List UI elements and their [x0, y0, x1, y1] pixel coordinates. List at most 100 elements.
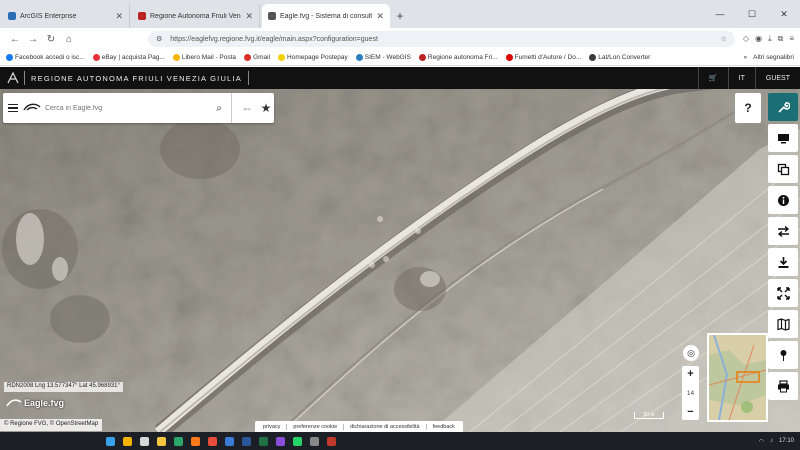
search-icon[interactable]: ⌕: [211, 103, 227, 114]
search-input[interactable]: [45, 98, 211, 118]
address-bar[interactable]: ⚙ https://eaglefvg.regione.fvg.it/eagle/…: [148, 31, 735, 47]
bookmark-postepay[interactable]: Homepage Postepay: [278, 54, 348, 61]
close-tab-icon[interactable]: ✕: [115, 11, 123, 22]
close-window-icon[interactable]: ✕: [768, 9, 800, 20]
coordinate-readout: RDN2008 Lng 13.577347° Lat 45.968931°: [4, 382, 123, 392]
cookie-preferences-link[interactable]: preferenze cookie: [287, 423, 345, 430]
bookmark-facebook[interactable]: Facebook accedi o isc...: [6, 54, 85, 61]
taskbar-apps: [106, 436, 336, 446]
bookmark-fumetti[interactable]: Fumetti d'Autore / Do...: [505, 54, 581, 61]
ebay-icon: [92, 54, 100, 61]
volume-icon[interactable]: ♪: [770, 438, 773, 444]
search-app-icon[interactable]: [123, 436, 132, 446]
printer-icon: [777, 379, 789, 392]
map-catalog-button[interactable]: [768, 310, 798, 338]
reload-icon[interactable]: ↻: [42, 34, 60, 45]
settings-icon[interactable]: [310, 436, 319, 446]
bookmark-siem[interactable]: SIEM - WebGIS: [355, 54, 411, 61]
bookmark-star-icon[interactable]: ☆: [721, 35, 727, 43]
eagle-wing-icon: [6, 399, 22, 407]
basemap-button[interactable]: [768, 124, 798, 152]
user-login[interactable]: GUEST: [754, 67, 800, 89]
browser-tab-strip: ArcGIS Enterprise ✕ Regione Autonoma Fri…: [0, 0, 800, 28]
other-bookmarks: Altri segnalibri: [753, 54, 794, 61]
bookmark-libero[interactable]: Libero Mail - Posta: [172, 54, 236, 61]
layers-icon: [777, 163, 789, 175]
pin-icon: [780, 349, 786, 361]
minimize-icon[interactable]: —: [704, 9, 736, 19]
account-icon[interactable]: ◉: [755, 34, 762, 44]
home-icon[interactable]: ⌂: [60, 34, 78, 45]
marker-button[interactable]: [768, 341, 798, 369]
download-button[interactable]: [768, 248, 798, 276]
print-button[interactable]: [768, 372, 798, 400]
new-tab-button[interactable]: +: [390, 4, 410, 28]
bookmark-latlon[interactable]: Lat/Lon Converter: [589, 54, 650, 61]
extensions-icon[interactable]: ⧉: [778, 34, 784, 44]
swap-arrows-icon[interactable]: ⇔: [236, 101, 258, 115]
chevron-more-icon: »: [743, 54, 748, 61]
info-button[interactable]: [768, 186, 798, 214]
downloads-icon[interactable]: ⤓: [768, 34, 772, 44]
start-icon[interactable]: [106, 436, 115, 446]
menu-icon[interactable]: ≡: [789, 34, 794, 44]
mail-icon[interactable]: [225, 436, 234, 446]
region-brand: REGIONE AUTONOMA FRIULI VENEZIA GIULIA: [24, 71, 249, 85]
photos-icon[interactable]: [276, 436, 285, 446]
gmail-icon: [244, 54, 252, 61]
tools-wrench-button[interactable]: [768, 93, 798, 121]
store-icon[interactable]: [327, 436, 336, 446]
geolocate-icon[interactable]: ◎: [683, 345, 699, 361]
pocket-icon[interactable]: ◇: [743, 34, 749, 44]
hamburger-menu-icon[interactable]: [3, 103, 23, 113]
bookmarks-more[interactable]: » Altri segnalibri: [744, 54, 794, 61]
swap-icon: [777, 225, 789, 237]
cart-icon[interactable]: 🛒: [697, 67, 728, 89]
globe-icon: [589, 54, 597, 61]
clock[interactable]: 17:10: [779, 438, 794, 444]
task-view-icon[interactable]: [140, 436, 149, 446]
zoom-in-button[interactable]: +: [687, 368, 693, 380]
close-tab-icon[interactable]: ✕: [376, 11, 384, 22]
favorites-star-icon[interactable]: ★: [258, 101, 274, 115]
edge-icon[interactable]: [174, 436, 183, 446]
privacy-link[interactable]: privacy: [257, 423, 288, 430]
wifi-icon[interactable]: ◠: [759, 438, 764, 445]
site-info-icon[interactable]: ⚙: [156, 35, 162, 43]
language-selector[interactable]: IT: [727, 67, 755, 89]
libero-icon: [172, 54, 180, 61]
close-tab-icon[interactable]: ✕: [245, 11, 253, 22]
fullscreen-button[interactable]: [768, 279, 798, 307]
word-icon[interactable]: [242, 436, 251, 446]
zoom-control: + 14 −: [682, 366, 699, 420]
excel-icon[interactable]: [259, 436, 268, 446]
compare-button[interactable]: [768, 217, 798, 245]
postepay-icon: [278, 54, 286, 61]
explorer-icon[interactable]: [157, 436, 166, 446]
firefox-icon[interactable]: [191, 436, 200, 446]
whatsapp-icon[interactable]: [293, 436, 302, 446]
bookmark-gmail[interactable]: Gmail: [244, 54, 270, 61]
browser-tab-regione[interactable]: Regione Autonoma Friuli Venezia ✕: [132, 4, 260, 28]
chrome-icon[interactable]: [208, 436, 217, 446]
maximize-icon[interactable]: ☐: [736, 9, 768, 20]
eaglefvg-logo: Eagle.fvg: [6, 398, 64, 408]
accessibility-link[interactable]: dichiarazione di accessibilità: [344, 423, 427, 430]
browser-tab-arcgis[interactable]: ArcGIS Enterprise ✕: [2, 4, 130, 28]
layers-button[interactable]: [768, 155, 798, 183]
bookmark-ebay[interactable]: eBay | acquista Pag...: [92, 54, 165, 61]
header-actions: 🛒 IT GUEST: [697, 67, 800, 89]
zoom-out-button[interactable]: −: [687, 406, 693, 418]
help-button[interactable]: ?: [735, 93, 761, 123]
hillshade-map[interactable]: [0, 89, 800, 432]
map-viewer[interactable]: ⌕ ⇔ ★ ?: [0, 89, 800, 432]
map-icon: [776, 317, 790, 331]
browser-tab-eagle[interactable]: Eagle.fvg - Sistema di consultaz ✕: [262, 4, 390, 28]
regione-icon: [418, 54, 426, 61]
forward-icon[interactable]: →: [24, 34, 42, 45]
bookmark-regione[interactable]: Regione autonoma Fri...: [418, 54, 498, 61]
feedback-link[interactable]: feedback: [427, 424, 461, 430]
back-icon[interactable]: ←: [6, 34, 24, 45]
overview-minimap[interactable]: [707, 333, 768, 422]
minimap-image: [709, 335, 766, 420]
